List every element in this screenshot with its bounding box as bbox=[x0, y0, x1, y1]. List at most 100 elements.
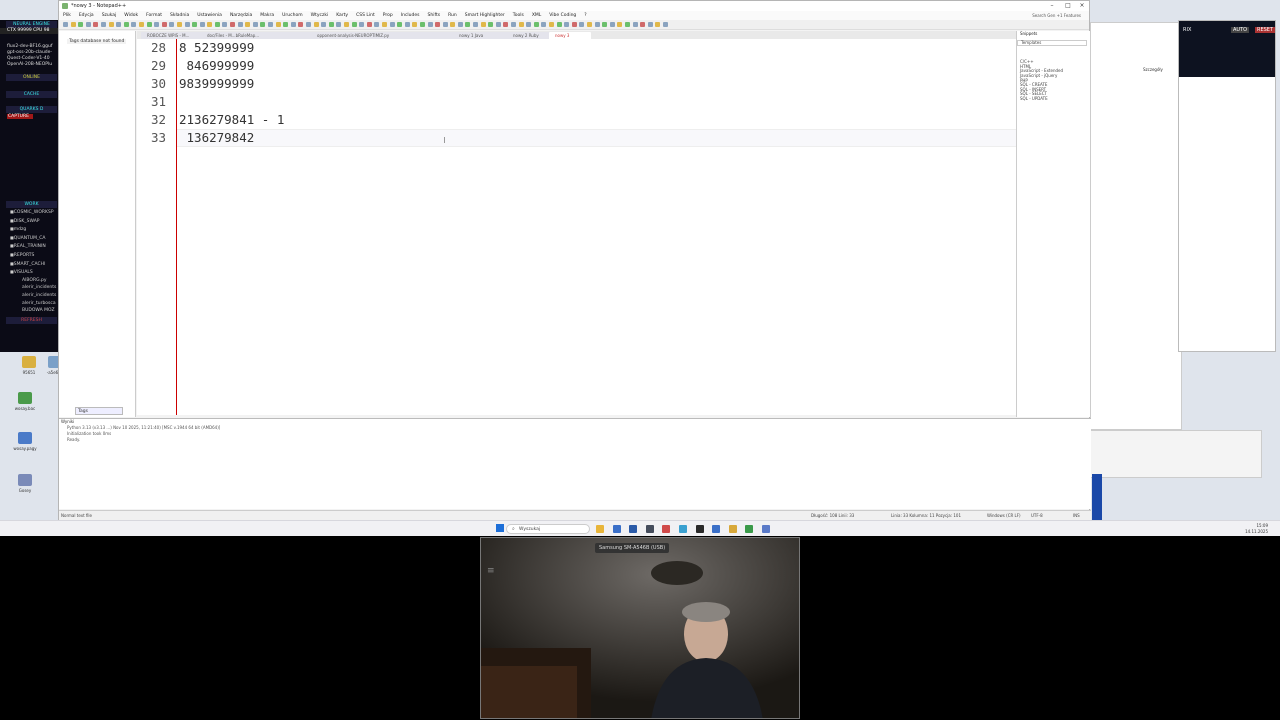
toolbar-button-icon[interactable] bbox=[85, 22, 91, 27]
menu-item[interactable]: Karty bbox=[332, 11, 352, 20]
menu-item[interactable]: XML bbox=[528, 11, 545, 20]
toolbar-button-icon[interactable] bbox=[336, 22, 342, 27]
menu-icon[interactable]: ≡ bbox=[487, 566, 495, 576]
toolbar-button-icon[interactable] bbox=[93, 22, 99, 27]
capture-button[interactable]: CAPTURE bbox=[7, 114, 33, 119]
menu-item[interactable]: Smart Highlighter bbox=[461, 11, 509, 20]
toolbar-button-icon[interactable] bbox=[260, 22, 266, 27]
toolbar-button-icon[interactable] bbox=[465, 22, 471, 27]
toolbar-button-icon[interactable] bbox=[252, 22, 258, 27]
toolbar-button-icon[interactable] bbox=[138, 22, 144, 27]
tags-tab[interactable]: Tags bbox=[75, 407, 123, 415]
toolbar-button-icon[interactable] bbox=[343, 22, 349, 27]
toolbar-button-icon[interactable] bbox=[78, 22, 84, 27]
toolbar-button-icon[interactable] bbox=[526, 22, 532, 27]
refresh-button[interactable]: REFRESH bbox=[6, 316, 57, 324]
details-button[interactable]: Szczegóły bbox=[1143, 67, 1163, 72]
code-line[interactable]: 9839999999 bbox=[179, 75, 254, 93]
toolbar-button-icon[interactable] bbox=[381, 22, 387, 27]
toolbar-button-icon[interactable] bbox=[116, 22, 122, 27]
toolbar-button-icon[interactable] bbox=[640, 22, 646, 27]
toolbar-button-icon[interactable] bbox=[602, 22, 608, 27]
toolbar-button-icon[interactable] bbox=[655, 22, 661, 27]
toolbar-button-icon[interactable] bbox=[176, 22, 182, 27]
toolbar-button-icon[interactable] bbox=[222, 22, 228, 27]
toolbar-button-icon[interactable] bbox=[594, 22, 600, 27]
toolbar-button-icon[interactable] bbox=[579, 22, 585, 27]
code-line[interactable]: 2136279841 - 1 bbox=[179, 111, 284, 129]
toolbar-button-icon[interactable] bbox=[624, 22, 630, 27]
menu-item[interactable]: Szukaj bbox=[98, 11, 121, 20]
toolbar-button-icon[interactable] bbox=[359, 22, 365, 27]
toolbar-button-icon[interactable] bbox=[495, 22, 501, 27]
toolbar-button-icon[interactable] bbox=[192, 22, 198, 27]
toolbar-button-icon[interactable] bbox=[146, 22, 152, 27]
toolbar-button-icon[interactable] bbox=[662, 22, 668, 27]
menu-item[interactable]: Wtyczki bbox=[307, 11, 333, 20]
taskbar-search[interactable]: Wyszukaj bbox=[506, 524, 590, 534]
toolbar-button-icon[interactable] bbox=[442, 22, 448, 27]
toolbar-button-icon[interactable] bbox=[609, 22, 615, 27]
toolbar-button-icon[interactable] bbox=[435, 22, 441, 27]
toolbar-button-icon[interactable] bbox=[230, 22, 236, 27]
auto-button[interactable]: AUTO bbox=[1231, 27, 1250, 33]
toolbar-button-icon[interactable] bbox=[123, 22, 129, 27]
workspace-tree-item[interactable]: VISUALS bbox=[0, 268, 59, 277]
toolbar-button-icon[interactable] bbox=[480, 22, 486, 27]
menu-item[interactable]: Includes bbox=[397, 11, 424, 20]
toolbar-button-icon[interactable] bbox=[518, 22, 524, 27]
desktop-icon[interactable]: wosay.pagy bbox=[12, 432, 38, 451]
code-line[interactable]: 846999999 bbox=[179, 57, 255, 75]
document-tab[interactable]: nowy 2 Ruby bbox=[507, 32, 553, 39]
toolbar-button-icon[interactable] bbox=[473, 22, 479, 27]
toolbar-button-icon[interactable] bbox=[617, 22, 623, 27]
menu-item[interactable]: Edycja bbox=[75, 11, 98, 20]
toolbar-button-icon[interactable] bbox=[511, 22, 517, 27]
toolbar-button-icon[interactable] bbox=[533, 22, 539, 27]
document-tab[interactable]: nowy 3 bbox=[549, 32, 591, 39]
menu-item[interactable]: Vibe Coding bbox=[545, 11, 580, 20]
document-tab[interactable]: ROBOCZE WPIS - M... bbox=[141, 32, 203, 39]
taskbar-app-icon[interactable] bbox=[745, 525, 754, 533]
menu-item[interactable]: ? bbox=[580, 11, 590, 20]
toolbar-button-icon[interactable] bbox=[63, 22, 68, 27]
desktop-icon[interactable]: 95651 bbox=[16, 356, 42, 375]
toolbar-button-icon[interactable] bbox=[70, 22, 76, 27]
toolbar-button-icon[interactable] bbox=[161, 22, 167, 27]
workspace-tree-item[interactable]: AIBORG.py bbox=[0, 277, 59, 285]
workspace-tree-item[interactable]: REPORTS bbox=[0, 251, 59, 260]
taskbar-app-icon[interactable] bbox=[629, 525, 638, 533]
code-line[interactable]: 136279842 bbox=[179, 129, 255, 147]
taskbar-app-icon[interactable] bbox=[662, 525, 671, 533]
toolbar-button-icon[interactable] bbox=[275, 22, 281, 27]
taskbar-app-icon[interactable] bbox=[612, 525, 621, 533]
toolbar-button-icon[interactable] bbox=[306, 22, 311, 27]
toolbar-button-icon[interactable] bbox=[268, 22, 274, 27]
toolbar-button-icon[interactable] bbox=[154, 22, 160, 27]
maximize-icon[interactable]: □ bbox=[1061, 1, 1075, 11]
taskbar-app-icon[interactable] bbox=[596, 525, 604, 533]
editor-area[interactable]: 28 29 30 31 32 33 8 52399999 846999999 9839999… bbox=[137, 39, 1061, 415]
feature-search-hint[interactable]: Search Gen +1 Features bbox=[1028, 11, 1085, 20]
workspace-tree-item[interactable]: QUANTUM_CA bbox=[0, 234, 59, 243]
workspace-tree-item[interactable]: alerir_turbosca bbox=[0, 300, 59, 308]
toolbar-button-icon[interactable] bbox=[427, 22, 433, 27]
toolbar-button-icon[interactable] bbox=[366, 22, 372, 27]
toolbar-button-icon[interactable] bbox=[632, 22, 638, 27]
toolbar-button-icon[interactable] bbox=[290, 22, 296, 27]
workspace-tree-item[interactable]: COSMIC_WORKSP bbox=[0, 208, 59, 217]
toolbar-button-icon[interactable] bbox=[457, 22, 463, 27]
code-line[interactable]: 8 52399999 bbox=[179, 39, 254, 57]
start-icon[interactable] bbox=[496, 524, 504, 532]
toolbar-button-icon[interactable] bbox=[549, 22, 554, 27]
toolbar-button-icon[interactable] bbox=[586, 22, 592, 27]
toolbar-button-icon[interactable] bbox=[283, 22, 289, 27]
clock-date[interactable]: 14.11.2025 bbox=[1245, 529, 1268, 535]
toolbar-button-icon[interactable] bbox=[571, 22, 577, 27]
toolbar-button-icon[interactable] bbox=[556, 22, 562, 27]
taskbar-app-icon[interactable] bbox=[695, 525, 704, 533]
toolbar-button-icon[interactable] bbox=[450, 22, 456, 27]
minimize-icon[interactable]: – bbox=[1045, 1, 1059, 11]
workspace-tree-item[interactable]: BUDOWA MOZ bbox=[0, 307, 59, 315]
toolbar-button-icon[interactable] bbox=[131, 22, 137, 27]
